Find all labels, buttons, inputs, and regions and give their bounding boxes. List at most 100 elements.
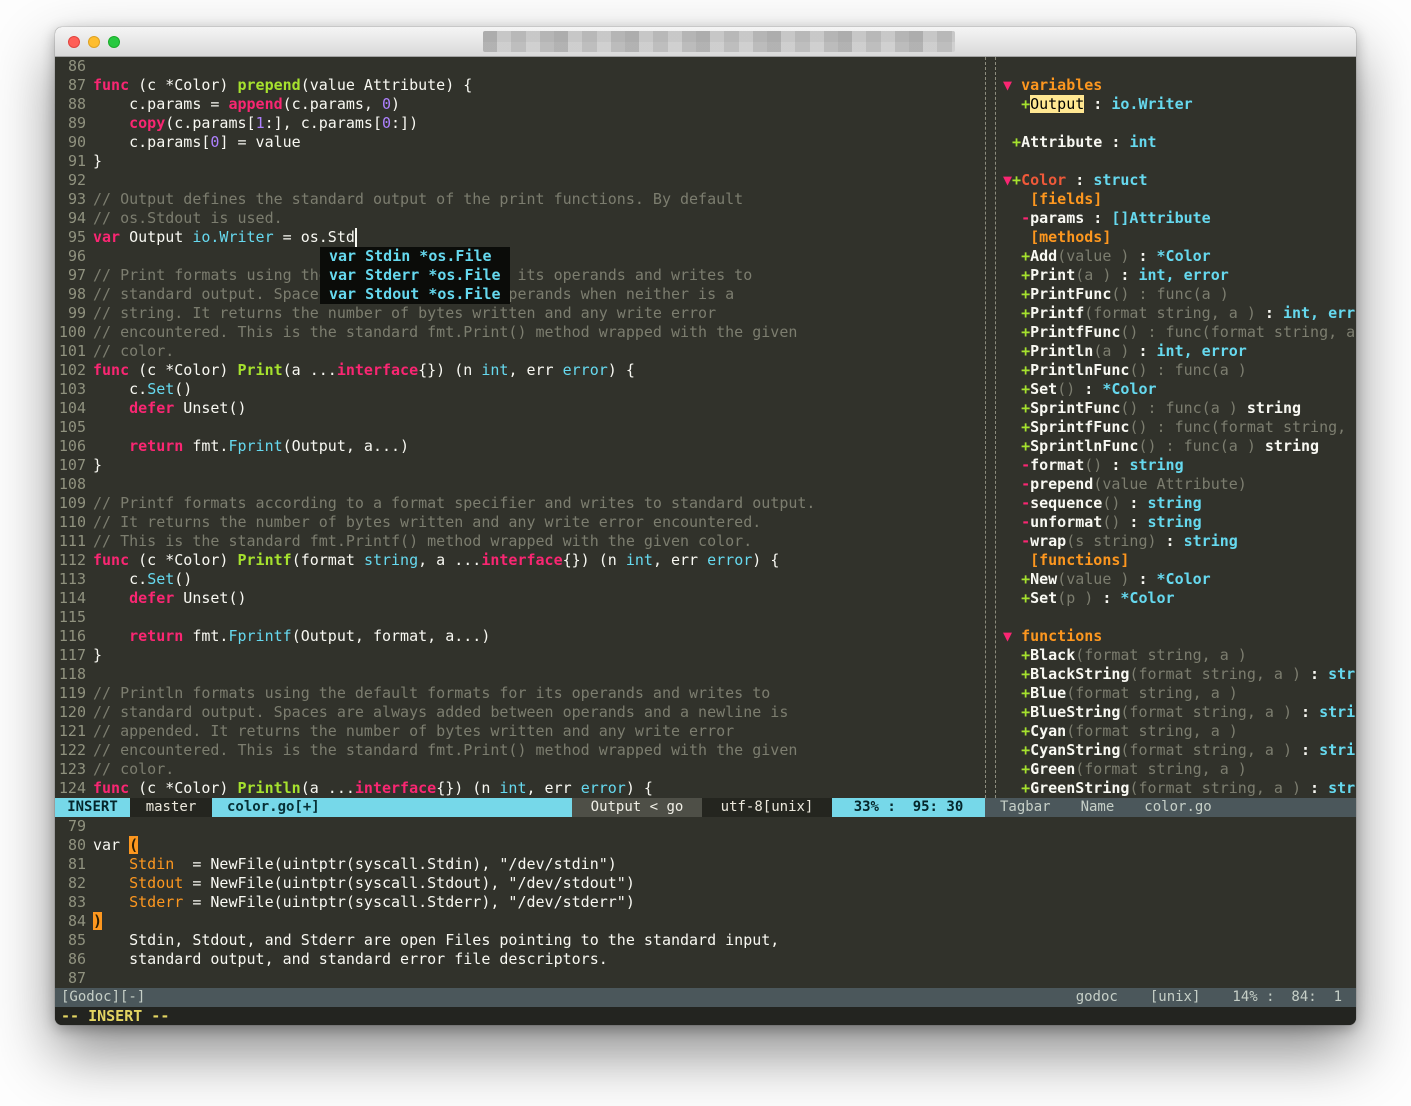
window-titlebar[interactable] <box>55 27 1356 57</box>
code-line-93[interactable]: 93// Output defines the standard output … <box>55 190 985 209</box>
tagbar-line[interactable]: +New(value ) : *Color <box>1003 570 1356 589</box>
tagbar-line[interactable]: +PrintFunc() : func(a ) <box>1003 285 1356 304</box>
code-line-112[interactable]: 112func (c *Color) Printf(format string,… <box>55 551 985 570</box>
code-line-109[interactable]: 109// Printf formats according to a form… <box>55 494 985 513</box>
tagbar-line[interactable]: [functions] <box>1003 551 1356 570</box>
tagbar-line[interactable]: ▼ variables <box>1003 76 1356 95</box>
code-line-110[interactable]: 110// It returns the number of bytes wri… <box>55 513 985 532</box>
tagbar-line[interactable]: ▼ functions <box>1003 627 1356 646</box>
tagbar-line[interactable] <box>1003 152 1356 171</box>
tagbar-line[interactable] <box>1003 608 1356 627</box>
code-line-89[interactable]: 89 copy(c.params[1:], c.params[0:]) <box>55 114 985 133</box>
tagbar-line[interactable]: +Blue(format string, a ) <box>1003 684 1356 703</box>
code-line-122[interactable]: 122// encountered. This is the standard … <box>55 741 985 760</box>
godoc-line-84[interactable]: 84) <box>55 912 1356 931</box>
tagbar-line[interactable]: +BlackString(format string, a ) : string <box>1003 665 1356 684</box>
autocomplete-item[interactable]: var Stdout *os.File <box>320 285 510 304</box>
close-button[interactable] <box>68 36 80 48</box>
tagbar-line[interactable]: +GreenString(format string, a ) : string <box>1003 779 1356 798</box>
autocomplete-item[interactable]: var Stderr *os.File <box>320 266 510 285</box>
code-line-88[interactable]: 88 c.params = append(c.params, 0) <box>55 95 985 114</box>
code-line-101[interactable]: 101// color. <box>55 342 985 361</box>
code-line-99[interactable]: 99// string. It returns the number of by… <box>55 304 985 323</box>
code-line-120[interactable]: 120// standard output. Spaces are always… <box>55 703 985 722</box>
tagbar-line[interactable]: +Set(p ) : *Color <box>1003 589 1356 608</box>
code-line-124[interactable]: 124func (c *Color) Println(a ...interfac… <box>55 779 985 798</box>
code-line-102[interactable]: 102func (c *Color) Print(a ...interface{… <box>55 361 985 380</box>
tagbar-line[interactable]: +Print(a ) : int, error <box>1003 266 1356 285</box>
tagbar-line[interactable]: +BlueString(format string, a ) : string <box>1003 703 1356 722</box>
code-line-117[interactable]: 117} <box>55 646 985 665</box>
code-line-119[interactable]: 119// Println formats using the default … <box>55 684 985 703</box>
zoom-button[interactable] <box>108 36 120 48</box>
code-line-103[interactable]: 103 c.Set() <box>55 380 985 399</box>
tagbar-line[interactable]: -format() : string <box>1003 456 1356 475</box>
godoc-line-83[interactable]: 83 Stderr = NewFile(uintptr(syscall.Stde… <box>55 893 1356 912</box>
tagbar-line[interactable]: +PrintfFunc() : func(format string, a ) <box>1003 323 1356 342</box>
tagbar-line[interactable]: [methods] <box>1003 228 1356 247</box>
tagbar-line[interactable]: +Println(a ) : int, error <box>1003 342 1356 361</box>
tagbar-line[interactable]: +PrintlnFunc() : func(a ) <box>1003 361 1356 380</box>
tagbar-line[interactable]: +Set() : *Color <box>1003 380 1356 399</box>
godoc-line-85[interactable]: 85 Stdin, Stdout, and Stderr are open Fi… <box>55 931 1356 950</box>
code-line-107[interactable]: 107} <box>55 456 985 475</box>
minimize-button[interactable] <box>88 36 100 48</box>
code-line-116[interactable]: 116 return fmt.Fprintf(Output, format, a… <box>55 627 985 646</box>
tagbar-line[interactable]: +SprintfFunc() : func(format string, a )… <box>1003 418 1356 437</box>
code-line-87[interactable]: 87func (c *Color) prepend(value Attribut… <box>55 76 985 95</box>
code-line-91[interactable]: 91} <box>55 152 985 171</box>
tagbar-line[interactable] <box>1003 57 1356 76</box>
code-line-121[interactable]: 121// appended. It returns the number of… <box>55 722 985 741</box>
godoc-line-79[interactable]: 79 <box>55 817 1356 836</box>
tagbar-line[interactable]: -sequence() : string <box>1003 494 1356 513</box>
code-line-118[interactable]: 118 <box>55 665 985 684</box>
vertical-split-separator[interactable] <box>985 57 996 798</box>
code-line-86[interactable]: 86 <box>55 57 985 76</box>
code-window[interactable]: 8687func (c *Color) prepend(value Attrib… <box>55 57 985 798</box>
line-number: 80 <box>55 836 93 855</box>
godoc-line-87[interactable]: 87 <box>55 969 1356 988</box>
command-line[interactable]: -- INSERT -- <box>55 1007 1356 1025</box>
code-line-111[interactable]: 111// This is the standard fmt.Printf() … <box>55 532 985 551</box>
code-line-114[interactable]: 114 defer Unset() <box>55 589 985 608</box>
tagbar-window[interactable]: ▼ variables +Output : io.Writer +Attribu… <box>996 57 1356 798</box>
code-line-105[interactable]: 105 <box>55 418 985 437</box>
tagbar-line[interactable]: [fields] <box>1003 190 1356 209</box>
code-line-113[interactable]: 113 c.Set() <box>55 570 985 589</box>
tagbar-line[interactable]: +Cyan(format string, a ) <box>1003 722 1356 741</box>
code-line-104[interactable]: 104 defer Unset() <box>55 399 985 418</box>
tagbar-line[interactable]: +Attribute : int <box>1003 133 1356 152</box>
tagbar-line[interactable]: -prepend(value Attribute) <box>1003 475 1356 494</box>
code-line-95[interactable]: 95var Output io.Writer = os.Std <box>55 228 985 247</box>
tagbar-line[interactable]: +Output : io.Writer <box>1003 95 1356 114</box>
tagbar-line[interactable]: -unformat() : string <box>1003 513 1356 532</box>
code-line-92[interactable]: 92 <box>55 171 985 190</box>
tagbar-line[interactable]: +SprintFunc() : func(a ) string <box>1003 399 1356 418</box>
code-line-97[interactable]: 97// Print formats using the default for… <box>55 266 985 285</box>
code-line-106[interactable]: 106 return fmt.Fprint(Output, a...) <box>55 437 985 456</box>
godoc-line-86[interactable]: 86 standard output, and standard error f… <box>55 950 1356 969</box>
godoc-line-82[interactable]: 82 Stdout = NewFile(uintptr(syscall.Stdo… <box>55 874 1356 893</box>
tagbar-line[interactable]: +Green(format string, a ) <box>1003 760 1356 779</box>
tagbar-line[interactable]: +SprintlnFunc() : func(a ) string <box>1003 437 1356 456</box>
code-line-100[interactable]: 100// encountered. This is the standard … <box>55 323 985 342</box>
code-line-98[interactable]: 98// standard output. Spaces are added b… <box>55 285 985 304</box>
code-line-96[interactable]: 96 <box>55 247 985 266</box>
godoc-line-80[interactable]: 80var ( <box>55 836 1356 855</box>
tagbar-line[interactable]: +CyanString(format string, a ) : string <box>1003 741 1356 760</box>
godoc-preview-window[interactable]: 7980var (81 Stdin = NewFile(uintptr(sysc… <box>55 817 1356 988</box>
tagbar-line[interactable] <box>1003 114 1356 133</box>
godoc-line-81[interactable]: 81 Stdin = NewFile(uintptr(syscall.Stdin… <box>55 855 1356 874</box>
tagbar-line[interactable]: -wrap(s string) : string <box>1003 532 1356 551</box>
tagbar-line[interactable]: -params : []Attribute <box>1003 209 1356 228</box>
tagbar-line[interactable]: +Add(value ) : *Color <box>1003 247 1356 266</box>
code-line-123[interactable]: 123// color. <box>55 760 985 779</box>
code-line-94[interactable]: 94// os.Stdout is used. <box>55 209 985 228</box>
tagbar-line[interactable]: ▼+Color : struct <box>1003 171 1356 190</box>
tagbar-line[interactable]: +Black(format string, a ) <box>1003 646 1356 665</box>
code-line-115[interactable]: 115 <box>55 608 985 627</box>
tagbar-line[interactable]: +Printf(format string, a ) : int, error <box>1003 304 1356 323</box>
autocomplete-item[interactable]: var Stdin *os.File <box>320 247 510 266</box>
code-line-108[interactable]: 108 <box>55 475 985 494</box>
code-line-90[interactable]: 90 c.params[0] = value <box>55 133 985 152</box>
